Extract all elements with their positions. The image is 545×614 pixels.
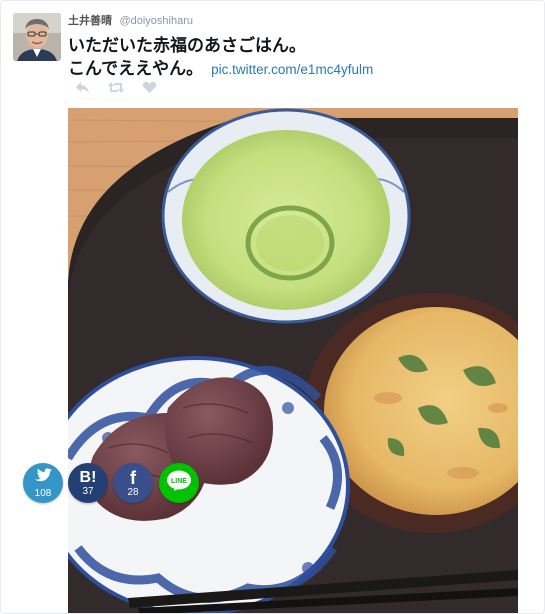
twitter-bird-icon <box>34 467 52 488</box>
tweet-actions <box>75 81 157 95</box>
facebook-icon: f <box>130 467 136 488</box>
reply-icon[interactable] <box>75 81 90 95</box>
line-icon-text: LINE <box>171 478 187 485</box>
hatena-bookmark-count: 37 <box>82 486 94 497</box>
tweet-text-line-1: いただいた赤福のあさごはん。 <box>68 36 306 55</box>
twitter-share-button[interactable]: 108 <box>23 463 63 503</box>
hatena-bookmark-button[interactable]: B! 37 <box>68 463 108 503</box>
hatena-bookmark-icon: B! <box>79 469 97 486</box>
facebook-share-count: 28 <box>127 486 139 498</box>
like-icon[interactable] <box>142 81 157 95</box>
display-name[interactable]: 土井善晴 <box>68 15 112 27</box>
tweet-header: 土井善晴 @doiyoshiharu <box>68 11 193 27</box>
tweet-text: いただいた赤福のあさごはん。 こんでええやん。 pic.twitter.com/e… <box>68 34 538 81</box>
line-icon: LINE <box>166 470 192 497</box>
tweet-text-line-2-text: こんでええやん。 <box>68 59 204 78</box>
twitter-share-count: 108 <box>34 487 52 499</box>
avatar[interactable] <box>13 13 61 61</box>
screen-name[interactable]: @doiyoshiharu <box>119 15 193 27</box>
tweet-photo[interactable] <box>68 108 518 613</box>
line-share-button[interactable]: LINE <box>159 463 199 503</box>
facebook-share-button[interactable]: f 28 <box>113 463 153 503</box>
retweet-icon[interactable] <box>108 81 124 95</box>
tweet-photo-link[interactable]: pic.twitter.com/e1mc4yfulm <box>211 62 373 77</box>
embedded-tweet: 土井善晴 @doiyoshiharu いただいた赤福のあさごはん。 こんでええや… <box>0 0 545 614</box>
tweet-text-line-2: こんでええやん。 pic.twitter.com/e1mc4yfulm <box>68 57 538 81</box>
